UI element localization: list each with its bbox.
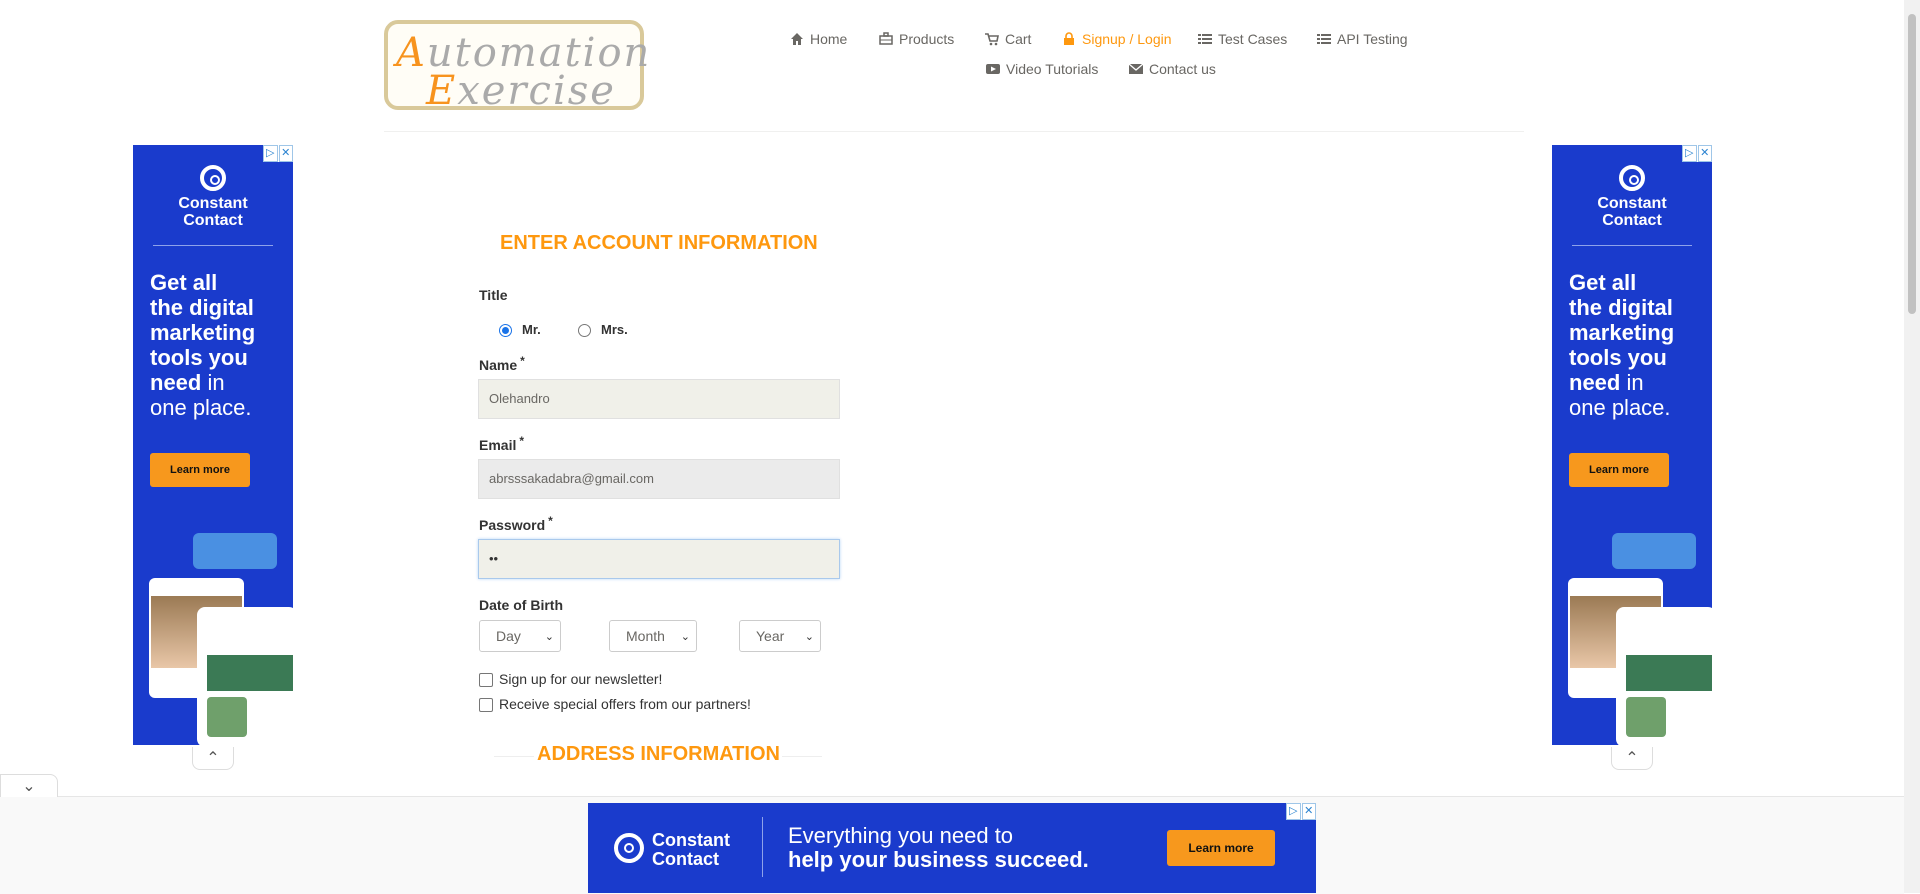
password-input[interactable]: •• (478, 539, 840, 579)
newsletter-label[interactable]: Sign up for our newsletter! (499, 671, 662, 687)
constant-contact-logo: Constant Contact (1552, 165, 1712, 229)
title-mrs-radio[interactable] (578, 324, 591, 337)
name-label: Name * (479, 354, 525, 373)
chevron-down-icon: ⌄ (544, 630, 554, 643)
address-divider-right (782, 756, 822, 757)
ad-close-icon[interactable]: ✕ (1301, 803, 1316, 820)
chevron-down-icon: ⌄ (680, 630, 690, 643)
dob-label: Date of Birth (479, 597, 563, 613)
bottom-ad-collapse-toggle[interactable]: ⌄ (0, 774, 58, 797)
logo-letter-e: E (426, 68, 458, 114)
scrollbar-thumb[interactable] (1908, 14, 1916, 314)
nav-test-cases[interactable]: Test Cases (1198, 31, 1287, 47)
envelope-icon (1129, 63, 1143, 74)
ad-learn-more-button[interactable]: Learn more (1569, 453, 1669, 487)
ad-close-icon[interactable]: ✕ (278, 145, 293, 162)
address-info-heading: ADDRESS INFORMATION (537, 743, 780, 765)
constant-contact-icon (614, 833, 644, 863)
nav-video-tutorials[interactable]: Video Tutorials (986, 61, 1098, 77)
side-ad-right[interactable]: Constant Contact Get all the digital mar… (1552, 145, 1712, 745)
name-input[interactable]: Olehandro (478, 379, 840, 419)
account-info-heading: ENTER ACCOUNT INFORMATION (500, 232, 818, 254)
title-mrs-label[interactable]: Mrs. (601, 322, 628, 337)
ad-divider (153, 245, 273, 246)
logo-text-2: xercise (457, 68, 616, 114)
ad-divider (1572, 245, 1692, 246)
constant-contact-icon (200, 165, 226, 191)
password-label: Password * (479, 514, 553, 533)
title-label: Title (479, 287, 508, 303)
nav-cart[interactable]: Cart (985, 31, 1031, 47)
constant-contact-icon (1619, 165, 1645, 191)
ad-email-card (1616, 607, 1712, 745)
plant-image (1626, 655, 1712, 691)
list-icon (1317, 34, 1331, 44)
adchoices-icon[interactable]: ▷ (1682, 145, 1697, 162)
ad-divider (762, 817, 763, 877)
title-mr-radio[interactable] (499, 324, 512, 337)
ad-headline: Get all the digital marketing tools you … (150, 270, 256, 420)
ad-learn-more-button[interactable]: Learn more (1167, 830, 1275, 866)
ad-chat-bubble (1612, 533, 1696, 569)
ad-controls-left: ▷ ✕ (263, 145, 293, 162)
nav-contact-us[interactable]: Contact us (1129, 61, 1216, 77)
ad-expand-toggle-left[interactable]: ⌃ (192, 747, 234, 770)
lock-icon (1064, 32, 1074, 45)
offers-checkbox[interactable] (479, 698, 493, 712)
ad-email-card (197, 607, 293, 745)
cart-icon (985, 33, 999, 46)
newsletter-checkbox[interactable] (479, 673, 493, 687)
dob-month-select[interactable]: Month ⌄ (609, 620, 697, 652)
dob-year-select[interactable]: Year ⌄ (739, 620, 821, 652)
ad-text-line-2: help your business succeed. (788, 847, 1089, 872)
address-divider-left (494, 756, 534, 757)
bottom-banner-ad[interactable]: Constant Contact Everything you need to … (588, 803, 1316, 893)
succulent-image (207, 697, 247, 737)
page-scrollbar[interactable] (1904, 0, 1920, 893)
chevron-up-icon: ⌃ (206, 750, 220, 767)
side-ad-left[interactable]: Constant Contact Get all the digital mar… (133, 145, 293, 745)
list-icon (1198, 34, 1212, 44)
logo-letter-a: A (396, 30, 427, 76)
header-divider (384, 131, 1524, 132)
ad-expand-toggle-right[interactable]: ⌃ (1611, 747, 1653, 770)
succulent-image (1626, 697, 1666, 737)
ad-chat-bubble (193, 533, 277, 569)
chevron-down-icon: ⌄ (804, 630, 814, 643)
constant-contact-logo: Constant Contact (652, 830, 730, 869)
nav-products[interactable]: Products (879, 31, 954, 47)
products-icon (879, 32, 893, 45)
home-icon (791, 33, 803, 45)
chevron-down-icon: ⌄ (22, 778, 36, 795)
title-mr-label[interactable]: Mr. (522, 322, 541, 337)
youtube-icon (986, 64, 1000, 74)
ad-text-line-1: Everything you need to (788, 823, 1014, 848)
email-label: Email * (479, 434, 525, 453)
ad-close-icon[interactable]: ✕ (1697, 145, 1712, 162)
nav-signup-login[interactable]: Signup / Login (1062, 31, 1172, 47)
adchoices-icon[interactable]: ▷ (1286, 803, 1301, 820)
site-logo[interactable]: Automation Exercise (384, 20, 649, 114)
ad-learn-more-button[interactable]: Learn more (150, 453, 250, 487)
adchoices-icon[interactable]: ▷ (263, 145, 278, 162)
constant-contact-logo: Constant Contact (133, 165, 293, 229)
offers-label[interactable]: Receive special offers from our partners… (499, 696, 751, 712)
ad-headline: Get all the digital marketing tools you … (1569, 270, 1675, 420)
chevron-up-icon: ⌃ (1625, 750, 1639, 767)
nav-api-testing[interactable]: API Testing (1317, 31, 1408, 47)
email-input[interactable]: abrsssakadabra@gmail.com (478, 459, 840, 499)
plant-image (207, 655, 293, 691)
ad-controls-bottom: ▷ ✕ (1286, 803, 1316, 820)
nav-home[interactable]: Home (790, 31, 847, 47)
dob-day-select[interactable]: Day ⌄ (479, 620, 561, 652)
ad-controls-right: ▷ ✕ (1682, 145, 1712, 162)
